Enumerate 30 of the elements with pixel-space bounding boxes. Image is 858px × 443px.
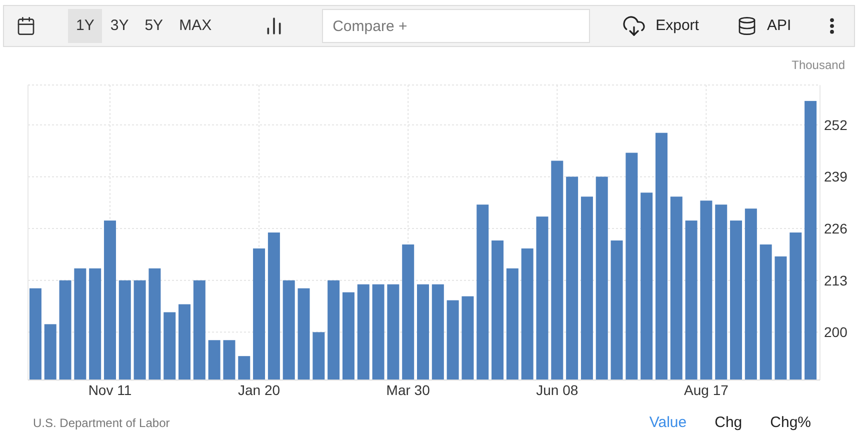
x-tick-label: Aug 17 <box>684 382 728 398</box>
export-button[interactable]: Export <box>622 14 699 38</box>
y-tick-label: 200 <box>824 324 848 340</box>
y-tick-label: 226 <box>824 220 848 237</box>
bar <box>208 340 220 380</box>
view-tab[interactable]: Chg% <box>766 412 815 434</box>
x-tick-label: Jun 08 <box>536 382 578 398</box>
range-tab[interactable]: 3Y <box>102 9 137 43</box>
database-icon <box>736 16 757 36</box>
view-tab[interactable]: Chg <box>710 412 746 434</box>
y-tick-label: 252 <box>824 116 848 133</box>
bar <box>312 332 325 380</box>
calendar-icon[interactable] <box>16 16 36 36</box>
x-tick-label: Jan 20 <box>238 382 280 398</box>
source-text: U.S. Department of Labor <box>33 415 170 432</box>
unit-label: Thousand <box>792 58 845 72</box>
api-button[interactable]: API <box>736 14 792 38</box>
y-tick-label: 213 <box>824 272 848 288</box>
bar <box>223 340 236 380</box>
bar <box>164 312 176 380</box>
bar <box>44 324 56 380</box>
compare-field[interactable]: Compare + <box>322 9 590 43</box>
range-tab[interactable]: 1Y <box>68 9 102 43</box>
y-tick-label: 239 <box>824 168 848 185</box>
range-tab[interactable]: 5Y <box>136 9 172 43</box>
x-tick-label: Mar 30 <box>386 382 430 398</box>
range-tab[interactable]: MAX <box>171 9 220 43</box>
x-tick-label: Nov 11 <box>88 382 132 398</box>
cloud-download-icon <box>622 14 646 38</box>
bar <box>238 356 250 380</box>
